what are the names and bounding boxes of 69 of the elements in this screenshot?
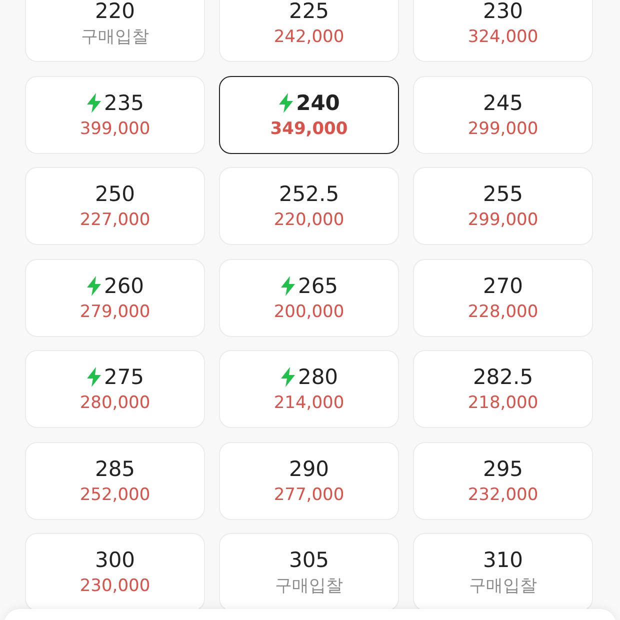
price-label: 232,000	[468, 484, 538, 506]
size-label: 310	[482, 547, 524, 573]
price-label: 324,000	[468, 26, 538, 48]
price-label: 299,000	[468, 209, 538, 231]
size-option[interactable]: 230 324,000	[413, 0, 593, 62]
price-label: 277,000	[274, 484, 344, 506]
lightning-icon	[86, 92, 102, 112]
price-label: 399,000	[80, 118, 150, 140]
size-label: 305	[288, 547, 330, 573]
size-option[interactable]: 310 구매입찰	[413, 533, 593, 611]
size-option[interactable]: 250 227,000	[25, 167, 205, 245]
price-label: 349,000	[270, 118, 348, 140]
price-label: 280,000	[80, 392, 150, 414]
lightning-icon	[278, 92, 294, 112]
price-label: 279,000	[80, 300, 150, 322]
price-label: 218,000	[468, 392, 538, 414]
size-label: 300	[94, 547, 136, 573]
size-option[interactable]: 290 277,000	[219, 442, 399, 520]
size-option[interactable]: 295 232,000	[413, 442, 593, 520]
size-label: 290	[288, 456, 330, 482]
lightning-icon	[86, 276, 102, 296]
size-option[interactable]: 225 242,000	[219, 0, 399, 62]
size-label: 220	[94, 0, 136, 24]
price-label: 242,000	[274, 26, 344, 48]
size-option[interactable]: 282.5 218,000	[413, 350, 593, 428]
price-label: 214,000	[274, 392, 344, 414]
size-label: 225	[288, 0, 330, 24]
size-label: 245	[482, 90, 524, 116]
size-option[interactable]: 285 252,000	[25, 442, 205, 520]
size-option[interactable]: 252.5 220,000	[219, 167, 399, 245]
price-label: 220,000	[274, 209, 344, 231]
bid-label: 구매입찰	[275, 575, 343, 597]
size-label: 240	[296, 90, 340, 116]
size-option[interactable]: 275 280,000	[25, 350, 205, 428]
lightning-icon	[86, 367, 102, 387]
size-option[interactable]: 235 399,000	[25, 76, 205, 154]
size-option[interactable]: 240 349,000	[219, 76, 399, 154]
bid-label: 구매입찰	[81, 26, 149, 48]
size-label: 282.5	[472, 364, 534, 390]
size-option[interactable]: 270 228,000	[413, 258, 593, 336]
size-option[interactable]: 300 230,000	[25, 533, 205, 611]
size-option[interactable]: 220 구매입찰	[25, 0, 205, 62]
size-option[interactable]: 280 214,000	[219, 350, 399, 428]
size-option[interactable]: 265 200,000	[219, 258, 399, 336]
price-label: 228,000	[468, 300, 538, 322]
price-label: 200,000	[274, 300, 344, 322]
price-label: 227,000	[80, 209, 150, 231]
size-label: 260	[104, 272, 144, 298]
size-label: 275	[104, 364, 144, 390]
lightning-icon	[280, 276, 296, 296]
price-label: 252,000	[80, 484, 150, 506]
size-label: 280	[298, 364, 338, 390]
price-label: 230,000	[80, 575, 150, 597]
size-option[interactable]: 245 299,000	[413, 76, 593, 154]
size-label: 230	[482, 0, 524, 24]
size-label: 285	[94, 456, 136, 482]
size-label: 235	[104, 90, 144, 116]
size-option[interactable]: 260 279,000	[25, 258, 205, 336]
lightning-icon	[280, 367, 296, 387]
size-label: 252.5	[278, 181, 340, 207]
bid-label: 구매입찰	[469, 575, 537, 597]
size-label: 295	[482, 456, 524, 482]
size-label: 265	[298, 272, 338, 298]
size-label: 255	[482, 181, 524, 207]
price-label: 299,000	[468, 118, 538, 140]
size-option[interactable]: 255 299,000	[413, 167, 593, 245]
size-option[interactable]: 305 구매입찰	[219, 533, 399, 611]
size-label: 270	[482, 272, 524, 298]
size-label: 250	[94, 181, 136, 207]
